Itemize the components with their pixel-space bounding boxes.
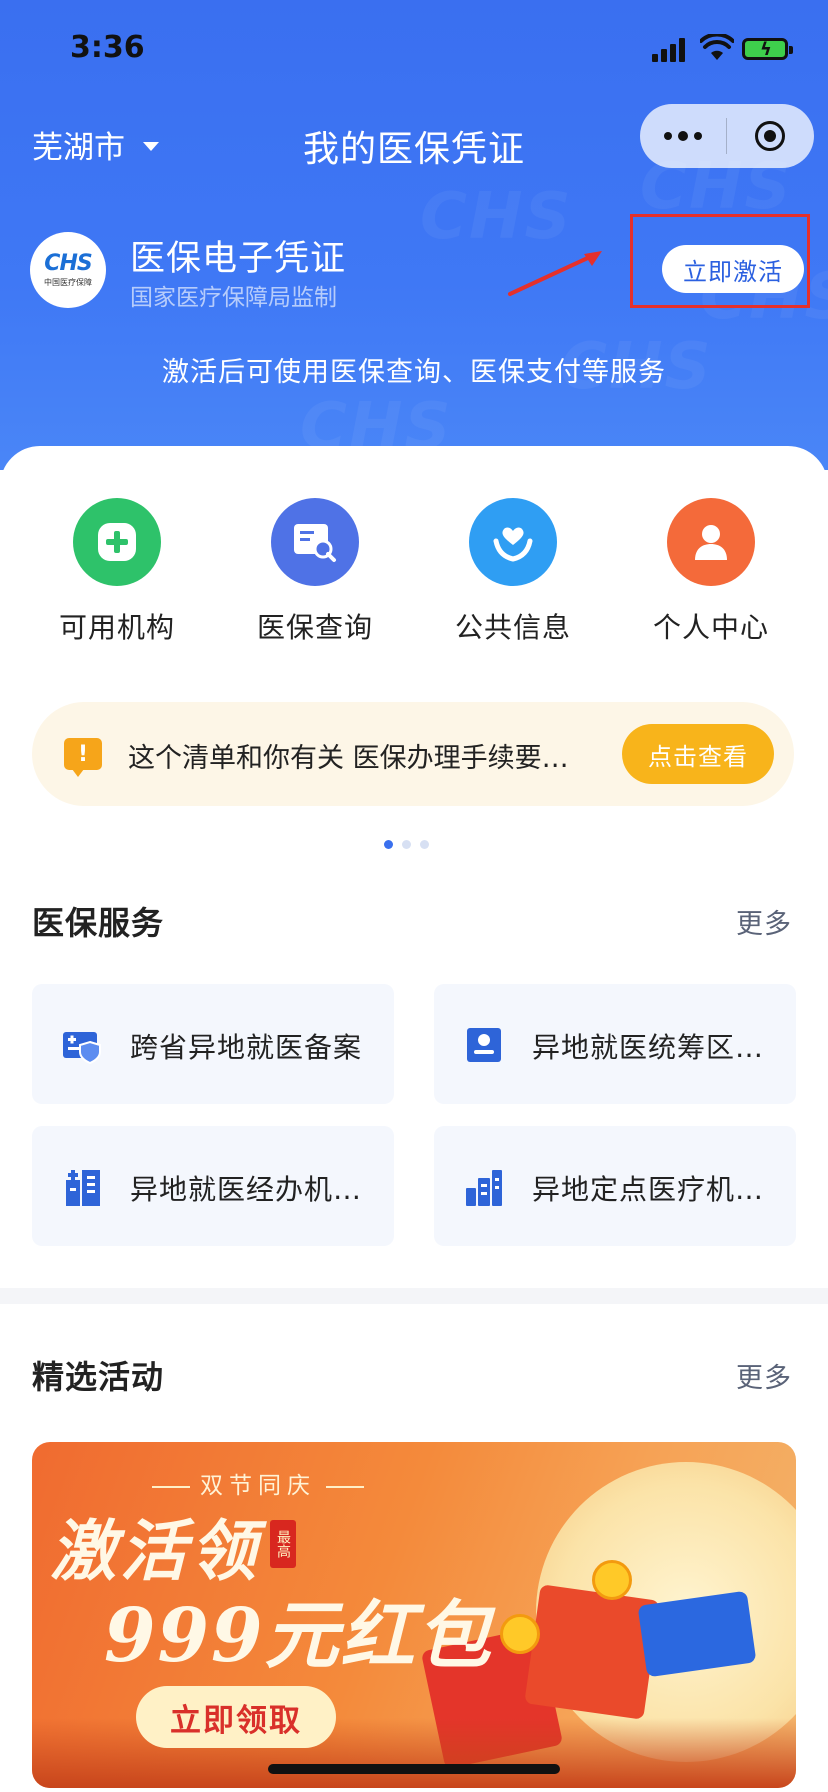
- more-options-button[interactable]: [640, 104, 726, 168]
- home-indicator: [268, 1764, 560, 1774]
- quick-action-institutions[interactable]: 可用机构: [18, 498, 216, 646]
- warning-icon: !: [64, 738, 102, 777]
- battery-charging-icon: ϟ: [742, 38, 793, 60]
- wifi-icon: [700, 34, 734, 60]
- miniprogram-capsule: [640, 104, 814, 168]
- status-time: 3:36: [70, 30, 145, 65]
- close-miniprogram-button[interactable]: [727, 104, 813, 168]
- status-bar: 3:36 ϟ: [0, 0, 828, 96]
- banner-tag: 最高: [270, 1520, 296, 1568]
- voucher-title: 医保电子凭证: [130, 239, 347, 279]
- service-label: 异地定点医疗机…: [532, 1173, 765, 1206]
- banner-amount: 999元红包: [104, 1593, 493, 1679]
- nav-bar: 芜湖市 我的医保凭证: [0, 100, 828, 190]
- search-card-icon: [271, 498, 359, 586]
- quick-action-query[interactable]: 医保查询: [216, 498, 414, 646]
- quick-action-label: 可用机构: [58, 611, 175, 644]
- profile-card-icon: [467, 1028, 501, 1062]
- quick-action-public-info[interactable]: 公共信息: [414, 498, 612, 646]
- buildings-icon: [466, 1170, 502, 1206]
- voucher-subtitle: 国家医疗保障局监制: [130, 285, 337, 311]
- notice-text: 这个清单和你有关 医保办理手续要…: [128, 743, 569, 774]
- heart-hands-icon: [469, 498, 557, 586]
- services-more-link[interactable]: 更多: [736, 902, 792, 941]
- promo-banner[interactable]: 双节同庆 激活领 最高 999元红包 立即领取: [32, 1442, 796, 1788]
- activities-title: 精选活动: [32, 1358, 165, 1396]
- claim-now-button[interactable]: 立即领取: [136, 1686, 336, 1748]
- service-card[interactable]: 异地定点医疗机…: [434, 1126, 796, 1246]
- service-card[interactable]: 异地就医统筹区…: [434, 984, 796, 1104]
- quick-action-label: 公共信息: [454, 611, 571, 644]
- service-label: 异地就医经办机…: [130, 1173, 363, 1206]
- coin-image: [500, 1614, 540, 1654]
- activate-button[interactable]: 立即激活: [662, 245, 804, 293]
- header-section: CHS CHS CHS CHS CHS 3:36 ϟ 芜湖市 我的医保凭证: [0, 0, 828, 470]
- cellular-signal-icon: [652, 38, 690, 62]
- service-label: 异地就医统筹区…: [532, 1031, 765, 1064]
- chs-logo: CHS 中国医疗保障: [30, 232, 106, 308]
- quick-action-label: 医保查询: [256, 611, 373, 644]
- activation-description: 激活后可使用医保查询、医保支付等服务: [162, 357, 666, 388]
- red-arrow-annotation: [508, 251, 602, 296]
- carousel-dots: [384, 834, 438, 849]
- services-title: 医保服务: [32, 904, 165, 942]
- target-circle-icon: [755, 121, 785, 151]
- red-envelope-image: [524, 1584, 660, 1720]
- plus-icon: [73, 498, 161, 586]
- activities-more-link[interactable]: 更多: [736, 1356, 792, 1395]
- quick-action-label: 个人中心: [652, 611, 769, 644]
- service-card[interactable]: 异地就医经办机…: [32, 1126, 394, 1246]
- voucher-card-image: [637, 1590, 757, 1678]
- hospital-building-icon: [66, 1170, 100, 1206]
- service-card[interactable]: 跨省异地就医备案: [32, 984, 394, 1104]
- banner-top-line: 双节同庆: [142, 1466, 374, 1500]
- content-sheet: 可用机构 医保查询 公共信息 个人中心 ! 这个清单和你有关 医保办理手续要… …: [0, 446, 828, 1792]
- quick-action-personal-center[interactable]: 个人中心: [612, 498, 810, 646]
- coin-image: [592, 1560, 632, 1600]
- section-divider: [0, 1288, 828, 1304]
- view-notice-button[interactable]: 点击查看: [622, 724, 774, 784]
- person-icon: [667, 498, 755, 586]
- id-shield-icon: [63, 1032, 101, 1064]
- quick-actions: 可用机构 医保查询 公共信息 个人中心: [0, 498, 828, 648]
- service-label: 跨省异地就医备案: [130, 1031, 363, 1064]
- notice-banner[interactable]: ! 这个清单和你有关 医保办理手续要… 点击查看: [32, 702, 794, 806]
